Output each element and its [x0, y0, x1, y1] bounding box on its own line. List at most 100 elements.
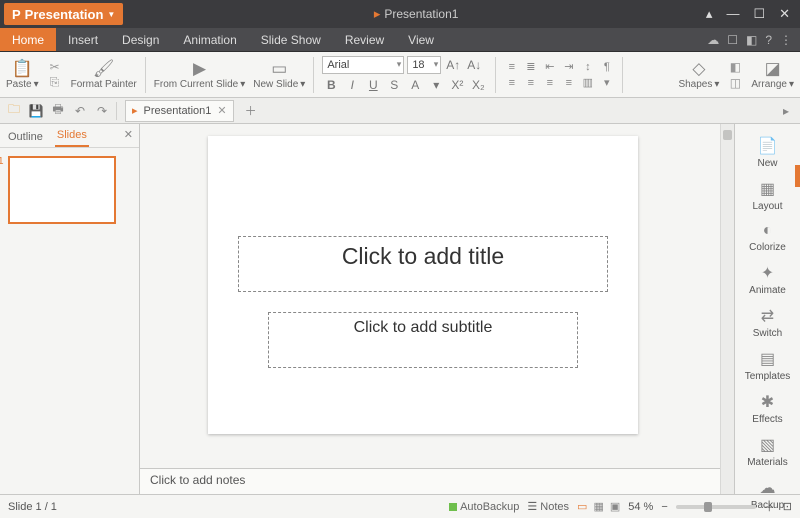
shrink-font-icon[interactable]: A↓: [465, 56, 483, 74]
tool-colorize[interactable]: ◐Colorize: [738, 218, 798, 257]
align-justify-icon[interactable]: ≡: [561, 76, 576, 89]
tab-view[interactable]: View: [396, 28, 446, 51]
skin-icon[interactable]: ◧: [746, 33, 757, 47]
zoom-slider[interactable]: [676, 505, 756, 509]
align-center-icon[interactable]: ≡: [523, 76, 538, 89]
tab-insert[interactable]: Insert: [56, 28, 110, 51]
tool-switch[interactable]: ⇄Switch: [738, 302, 798, 343]
outline-tab[interactable]: Outline: [6, 127, 45, 147]
maximize-button[interactable]: ☐: [753, 6, 765, 22]
view-sorter-icon[interactable]: ▦: [593, 500, 603, 513]
bullets-icon[interactable]: ≡: [504, 60, 519, 73]
app-menu-button[interactable]: P Presentation ▼: [4, 3, 123, 25]
numbering-icon[interactable]: ≣: [523, 60, 538, 73]
superscript-button[interactable]: X²: [448, 76, 466, 94]
copy-icon[interactable]: ⎘: [47, 76, 63, 90]
tool-templates[interactable]: ▤Templates: [738, 345, 798, 386]
close-button[interactable]: ✕: [779, 6, 790, 22]
slide[interactable]: Click to add title Click to add subtitle: [208, 136, 638, 434]
para-more-icon[interactable]: ▾: [599, 76, 614, 89]
font-name-combo[interactable]: Arial: [322, 56, 404, 74]
doc-icon: ▸: [374, 6, 381, 22]
close-panel-icon[interactable]: ✕: [124, 128, 133, 141]
help-icon[interactable]: ?: [765, 33, 772, 47]
document-tab[interactable]: ▸ Presentation1 ✕: [125, 100, 234, 122]
zoom-out-button[interactable]: −: [661, 501, 667, 513]
underline-button[interactable]: U: [364, 76, 382, 94]
outline-icon[interactable]: ◫: [727, 76, 743, 90]
line-spacing-icon[interactable]: ↕: [580, 60, 595, 73]
print-icon[interactable]: 🖶: [48, 101, 68, 121]
window-mode-icon[interactable]: ☐: [727, 33, 738, 47]
panel-toggle-icon[interactable]: ▸: [776, 101, 796, 121]
chevron-down-icon: ▾: [34, 79, 39, 90]
align-left-icon[interactable]: ≡: [504, 76, 519, 89]
cloud-icon[interactable]: ☁: [707, 33, 719, 47]
tab-review[interactable]: Review: [333, 28, 396, 51]
increase-indent-icon[interactable]: ⇥: [561, 60, 576, 73]
panel-handle[interactable]: [795, 165, 800, 187]
zoom-in-button[interactable]: ＋: [764, 499, 775, 515]
rollup-button[interactable]: ▴: [706, 6, 713, 22]
autobackup-button[interactable]: AutoBackup: [449, 501, 519, 513]
view-normal-icon[interactable]: ▭: [577, 500, 587, 513]
notes-pane[interactable]: Click to add notes: [140, 468, 720, 494]
doc-tab-label: Presentation1: [144, 105, 212, 117]
arrange-button[interactable]: ◪ Arrange▾: [751, 53, 794, 97]
tool-layout[interactable]: ▦Layout: [738, 175, 798, 216]
chevron-down-icon: ▾: [789, 79, 794, 90]
tab-design[interactable]: Design: [110, 28, 171, 51]
cut-icon[interactable]: ✂: [47, 60, 63, 74]
open-icon[interactable]: 🗀: [4, 101, 24, 121]
vertical-scrollbar[interactable]: [720, 124, 734, 494]
tool-materials[interactable]: ▧Materials: [738, 431, 798, 472]
overflow-icon[interactable]: ⋮: [780, 33, 792, 47]
columns-icon[interactable]: ▥: [580, 76, 595, 89]
slide-canvas: Click to add title Click to add subtitle…: [140, 124, 734, 494]
shapes-button[interactable]: ◇ Shapes▾: [678, 53, 719, 97]
save-icon[interactable]: 💾: [26, 101, 46, 121]
doc-tab-icon: ▸: [132, 104, 138, 117]
format-painter-button[interactable]: 🖌 Format Painter: [71, 53, 137, 97]
tab-animation[interactable]: Animation: [171, 28, 248, 51]
view-reading-icon[interactable]: ▣: [610, 500, 620, 513]
autobackup-label: AutoBackup: [460, 501, 519, 513]
decrease-indent-icon[interactable]: ⇤: [542, 60, 557, 73]
separator: [313, 57, 314, 93]
redo-icon[interactable]: ↷: [92, 101, 112, 121]
close-tab-icon[interactable]: ✕: [217, 104, 226, 117]
slide-thumbnail[interactable]: 1: [8, 156, 116, 224]
highlight-button[interactable]: ▾: [427, 76, 445, 94]
tool-animate[interactable]: ✦Animate: [738, 259, 798, 300]
fill-icon[interactable]: ◧: [727, 60, 743, 74]
subscript-button[interactable]: X₂: [469, 76, 487, 94]
tab-home[interactable]: Home: [0, 28, 56, 51]
paste-button[interactable]: 📋 Paste▾: [6, 53, 39, 97]
font-color-button[interactable]: A: [406, 76, 424, 94]
clipboard-icon: 📋: [12, 60, 33, 77]
font-size-combo[interactable]: 18: [407, 56, 441, 74]
bold-button[interactable]: B: [322, 76, 340, 94]
undo-icon[interactable]: ↶: [70, 101, 90, 121]
tool-new[interactable]: 📄New: [738, 132, 798, 173]
tool-effects[interactable]: ✱Effects: [738, 388, 798, 429]
new-slide-button[interactable]: ▭ New Slide▾: [253, 53, 305, 97]
subtitle-placeholder[interactable]: Click to add subtitle: [268, 312, 578, 368]
notes-toggle[interactable]: ☰ Notes: [527, 500, 569, 513]
doc-title-text: Presentation1: [384, 7, 458, 21]
grow-font-icon[interactable]: A↑: [444, 56, 462, 74]
align-right-icon[interactable]: ≡: [542, 76, 557, 89]
separator: [145, 57, 146, 93]
title-placeholder[interactable]: Click to add title: [238, 236, 608, 292]
quick-access-bar: 🗀 💾 🖶 ↶ ↷ ▸ Presentation1 ✕ ＋ ▸: [0, 98, 800, 124]
fit-button[interactable]: ⊡: [783, 500, 792, 513]
italic-button[interactable]: I: [343, 76, 361, 94]
slides-tab[interactable]: Slides: [55, 125, 89, 147]
strike-button[interactable]: S: [385, 76, 403, 94]
animate-icon: ✦: [761, 263, 774, 283]
new-tab-button[interactable]: ＋: [240, 100, 262, 122]
tab-slide-show[interactable]: Slide Show: [249, 28, 333, 51]
text-direction-icon[interactable]: ¶: [599, 60, 614, 73]
from-current-slide-button[interactable]: ▶ From Current Slide▾: [154, 53, 246, 97]
minimize-button[interactable]: —: [726, 6, 739, 22]
